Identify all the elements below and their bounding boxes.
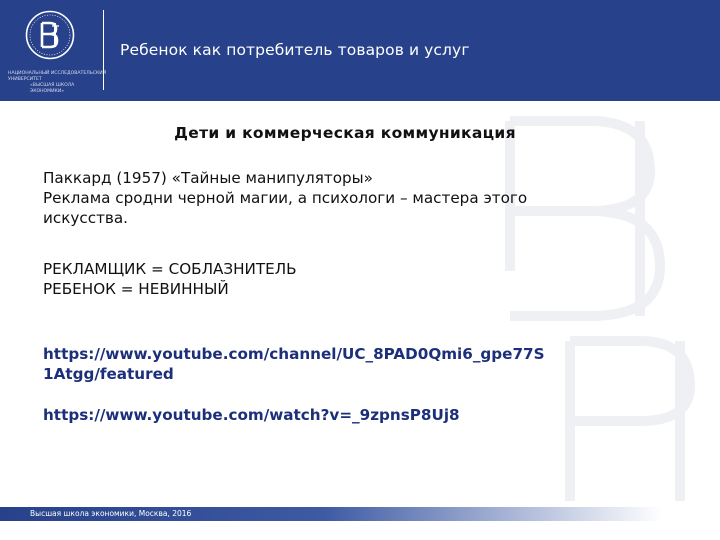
paragraph-line: Реклама сродни черной магии, а психологи…: [43, 189, 528, 207]
youtube-channel-link[interactable]: https://www.youtube.com/channel/UC_8PAD0…: [43, 344, 653, 384]
logo-caption-line-1: НАЦИОНАЛЬНЫЙ ИССЛЕДОВАТЕЛЬСКИЙ УНИВЕРСИТ…: [8, 71, 107, 82]
slide-content: Дети и коммерческая коммуникация Паккард…: [0, 101, 720, 506]
paragraph-line: Паккард (1957) «Тайные манипуляторы»: [43, 169, 373, 187]
hse-logo: НАЦИОНАЛЬНЫЙ ИССЛЕДОВАТЕЛЬСКИЙ УНИВЕРСИТ…: [8, 10, 106, 94]
logo-caption: НАЦИОНАЛЬНЫЙ ИССЛЕДОВАТЕЛЬСКИЙ УНИВЕРСИТ…: [8, 71, 108, 95]
hse-emblem-icon: [25, 10, 75, 60]
link-line: 1Atgg/featured: [43, 365, 174, 383]
header-divider: [103, 10, 104, 90]
link-line: https://www.youtube.com/channel/UC_8PAD0…: [43, 345, 545, 363]
header-bar: НАЦИОНАЛЬНЫЙ ИССЛЕДОВАТЕЛЬСКИЙ УНИВЕРСИТ…: [0, 0, 720, 101]
slide-title: Ребенок как потребитель товаров и услуг: [120, 41, 470, 59]
footer-text: Высшая школа экономики, Москва, 2016: [30, 509, 192, 518]
footer-bar: Высшая школа экономики, Москва, 2016: [0, 507, 720, 521]
youtube-video-link[interactable]: https://www.youtube.com/watch?v=_9zpnsP8…: [43, 405, 653, 425]
content-heading: Дети и коммерческая коммуникация: [174, 124, 516, 142]
paragraph-line: РЕБЕНОК = НЕВИННЫЙ: [43, 280, 229, 298]
paragraph-line: искусства.: [43, 209, 129, 227]
logo-caption-line-2: «ВЫСШАЯ ШКОЛА ЭКОНОМИКИ»: [30, 83, 75, 94]
paragraph-line: РЕКЛАМЩИК = СОБЛАЗНИТЕЛЬ: [43, 260, 297, 278]
paragraph-packard: Паккард (1957) «Тайные манипуляторы» Рек…: [43, 168, 643, 228]
paragraph-equations: РЕКЛАМЩИК = СОБЛАЗНИТЕЛЬ РЕБЕНОК = НЕВИН…: [43, 259, 643, 299]
